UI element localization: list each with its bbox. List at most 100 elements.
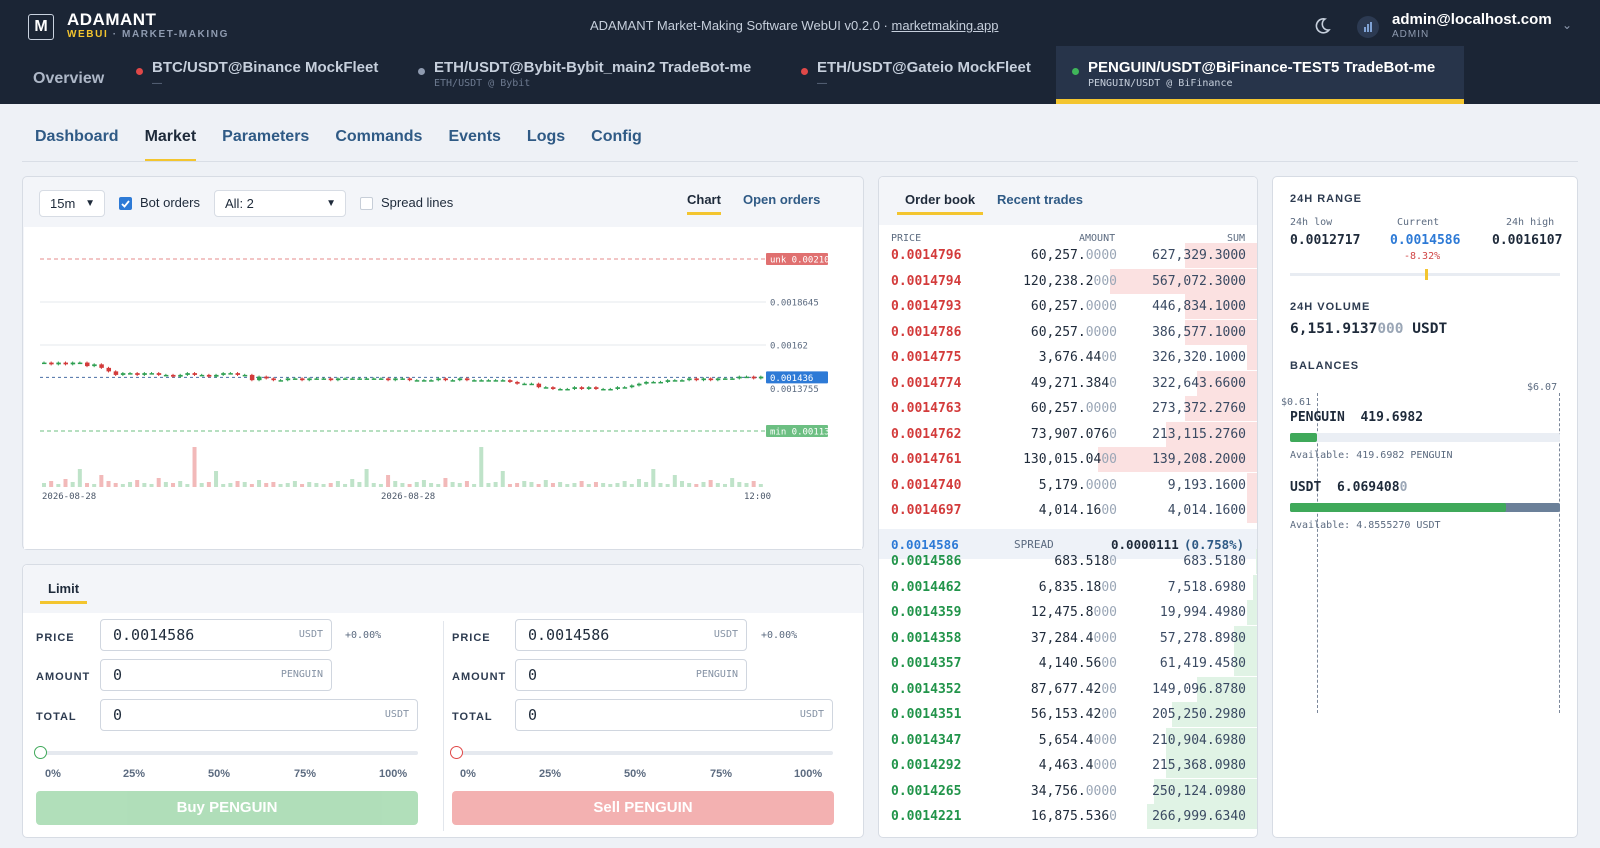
pct-label[interactable]: 50% [208,768,230,780]
marketmaking-link[interactable]: marketmaking.app [892,18,999,33]
order-row[interactable]: 0.0014796 60,257.0000 627,329.3000 [879,243,1257,268]
volume-bar [328,483,333,487]
limit-tab[interactable]: Limit [40,581,88,604]
tab-market[interactable]: Market [144,128,197,162]
order-row[interactable]: 0.0014740 5,179.0000 9,193.1600 [879,472,1257,498]
tab-eth-gateio[interactable]: ETH/USDT@Gateio MockFleet — [801,52,1031,104]
buy-price-input[interactable]: 0.0014586 USDT [100,619,332,651]
candle-body [658,381,663,384]
tab-btc-binance[interactable]: BTC/USDT@Binance MockFleet — [136,52,378,104]
orders-filter-select[interactable]: All: 2 ▼ [214,190,346,217]
volume-bar [629,484,634,487]
tab-dashboard[interactable]: Dashboard [35,128,119,162]
pct-label[interactable]: 0% [45,768,61,780]
open-orders-tab[interactable]: Open orders [743,192,820,207]
order-row[interactable]: 0.0014359 12,475.8000 19,994.4980 [879,600,1257,625]
tab-parameters[interactable]: Parameters [222,128,309,162]
order-row[interactable]: 0.0014347 5,654.4000 210,904.6980 [879,727,1257,753]
sell-slider-track[interactable] [457,751,833,755]
order-row[interactable]: 0.0014265 34,756.0000 250,124.0980 [879,778,1257,804]
buy-price-label: PRICE [36,632,75,644]
row-amount: 16,875.5360 [1030,809,1117,824]
tab-eth-bybit[interactable]: ETH/USDT@Bybit-Bybit_main2 TradeBot-me ET… [418,52,751,104]
order-row[interactable]: 0.0014786 60,257.0000 386,577.1000 [879,319,1257,345]
sell-button[interactable]: Sell PENGUIN [452,791,834,825]
row-price: 0.0014775 [891,350,962,365]
sell-price-label: PRICE [452,632,491,644]
buy-slider-track[interactable] [41,751,418,755]
order-row[interactable]: 0.0014763 60,257.0000 273,372.2760 [879,396,1257,421]
pct-label[interactable]: 0% [460,768,476,780]
candle-body [687,378,692,381]
candle-body [450,380,456,382]
candle-body [42,362,47,365]
tab-overview[interactable]: Overview [33,56,104,108]
buy-total-input[interactable]: 0 USDT [100,699,418,731]
moon-icon[interactable] [1312,16,1332,36]
user-avatar-icon[interactable] [1357,16,1379,38]
sell-price-input[interactable]: 0.0014586 USDT [515,619,747,651]
volume-bar [522,481,527,487]
tab-commands[interactable]: Commands [335,128,422,162]
buy-button[interactable]: Buy PENGUIN [36,791,418,825]
sell-slider-handle[interactable] [450,746,463,759]
order-row[interactable]: 0.0014292 4,463.4000 215,368.0980 [879,753,1257,778]
tab-logs[interactable]: Logs [527,128,565,162]
order-row[interactable]: 0.0014352 87,677.4200 149,096.8780 [879,676,1257,702]
volume-bar [63,479,68,487]
volume-bar [49,481,54,487]
tab-penguin-bifinance[interactable]: PENGUIN/USDT@BiFinance-TEST5 TradeBot-me… [1072,52,1435,104]
candle-body [63,362,69,365]
volume-bar [500,471,505,487]
tab-events[interactable]: Events [448,128,500,162]
candle-body [171,374,176,377]
order-row[interactable]: 0.0014221 16,875.5360 266,999.6340 [879,804,1257,829]
pct-label[interactable]: 100% [794,768,822,780]
order-book-tab[interactable]: Order book [897,192,984,215]
sell-total-input[interactable]: 0 USDT [515,699,833,731]
row-amount: 60,257.0000 [1030,299,1117,314]
interval-select[interactable]: 15m ▼ [39,190,105,217]
recent-trades-tab[interactable]: Recent trades [997,192,1083,207]
pct-label[interactable]: 25% [123,768,145,780]
row-price: 0.0014762 [891,426,962,442]
pct-label[interactable]: 75% [294,768,316,780]
tab-config[interactable]: Config [591,128,642,162]
order-row[interactable]: 0.0014762 73,907.0760 213,115.2760 [879,421,1257,447]
sell-amount-input[interactable]: 0 PENGUIN [515,659,747,691]
volume-bar [335,481,340,487]
pct-label[interactable]: 100% [379,768,407,780]
order-row[interactable]: 0.0014462 6,835.1800 7,518.6980 [879,574,1257,600]
volume-bar [85,483,90,487]
row-price: 0.0014697 [891,503,962,518]
order-row[interactable]: 0.0014357 4,140.5600 61,419.4580 [879,651,1257,676]
spread-lines-checkbox[interactable] [360,197,373,210]
order-row[interactable]: 0.0014586 683.5180 683.5180 [879,549,1257,574]
penguin-balance-bar [1290,433,1560,442]
volume-bar [292,481,297,487]
order-row[interactable]: 0.0014358 37,284.4000 57,278.8980 [879,625,1257,651]
order-row[interactable]: 0.0014794 120,238.2000 567,072.3000 [879,268,1257,294]
order-row[interactable]: 0.0014351 56,153.4200 205,250.2980 [879,702,1257,727]
order-row[interactable]: 0.0014775 3,676.4400 326,320.1000 [879,345,1257,370]
order-row[interactable]: 0.0014761 130,015.0400 139,208.2000 [879,447,1257,472]
volume-bar [651,469,656,487]
order-row[interactable]: 0.0014697 4,014.1600 4,014.1600 [879,498,1257,523]
pct-label[interactable]: 50% [624,768,646,780]
row-amount: 4,014.1600 [1038,503,1117,518]
order-row[interactable]: 0.0014793 60,257.0000 446,834.1000 [879,294,1257,319]
price-chart[interactable]: unk 0.002109 0.0018645 0.00162 0.0014360.00… [24,227,862,549]
pct-label[interactable]: 25% [539,768,561,780]
buy-amount-input[interactable]: 0 PENGUIN [100,659,332,691]
user-name[interactable]: admin@localhost.com [1392,11,1552,28]
volume-bar [350,479,355,487]
buy-slider-handle[interactable] [34,746,47,759]
order-row[interactable]: 0.0014774 49,271.3840 322,643.6600 [879,370,1257,396]
pct-label[interactable]: 75% [710,768,732,780]
chevron-down-icon[interactable]: ⌄ [1562,18,1572,32]
row-price: 0.0014358 [891,630,962,646]
bot-orders-checkbox[interactable] [119,197,132,210]
row-amount: 120,238.2000 [1023,273,1117,289]
volume-bar [185,484,190,487]
chart-tab[interactable]: Chart [687,192,721,215]
